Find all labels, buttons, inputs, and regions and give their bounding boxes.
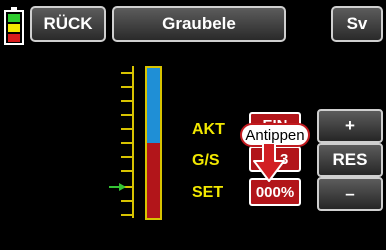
sv-button[interactable]: Sv <box>331 6 383 42</box>
battery-cell-green <box>8 14 20 22</box>
res-button[interactable]: RES <box>317 143 383 177</box>
scale-tick <box>121 128 133 130</box>
scale-tick <box>121 142 133 144</box>
down-arrow-pointer-icon <box>253 143 285 182</box>
battery-body <box>4 10 24 45</box>
bar-red-segment <box>147 143 160 218</box>
minus-button[interactable]: – <box>317 177 383 211</box>
battery-cell-yellow <box>8 24 20 32</box>
scale-tick <box>121 156 133 158</box>
gs-label: G/S <box>192 152 220 169</box>
bar-blue-segment <box>147 68 160 143</box>
battery-icon <box>4 7 24 45</box>
page-title: Graubele <box>112 6 286 42</box>
back-button[interactable]: RÜCK <box>30 6 106 42</box>
scale-tick <box>121 100 133 102</box>
scale-tick <box>121 114 133 116</box>
scale-tick <box>121 214 133 216</box>
servo-position-bar <box>145 66 162 220</box>
akt-label: AKT <box>192 121 225 138</box>
battery-cell-red <box>8 34 20 42</box>
set-label: SET <box>192 184 224 201</box>
scale-tick <box>121 170 133 172</box>
scale-tick <box>121 200 133 202</box>
green-arrow-marker-icon <box>109 183 126 191</box>
plus-button[interactable]: + <box>317 109 383 143</box>
scale-tick <box>121 86 133 88</box>
scale-tick <box>121 72 133 74</box>
